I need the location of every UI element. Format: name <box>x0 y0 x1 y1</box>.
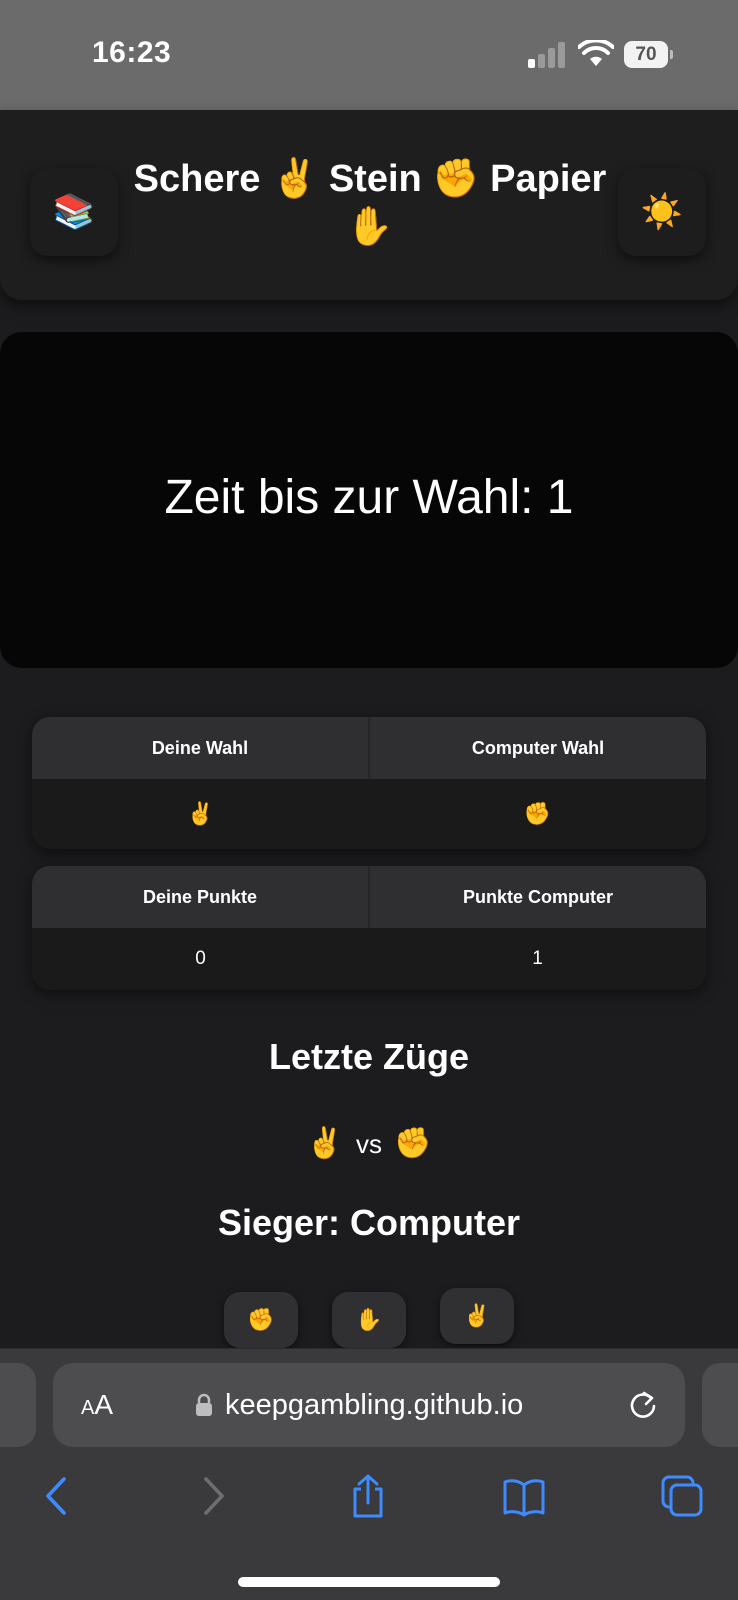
winner-text: Sieger: Computer <box>217 1202 521 1243</box>
header-your-points: Deine Punkte <box>32 866 370 928</box>
status-bar: 16:23 70 <box>0 0 738 110</box>
url-text: keepgambling.github.io <box>225 1389 524 1421</box>
last-computer-move: ✊ <box>394 1127 432 1160</box>
table-header-row: Deine Wahl Computer Wahl <box>32 717 706 779</box>
computer-points-value: 1 <box>532 948 543 969</box>
header-computer-choice: Computer Wahl <box>471 738 605 758</box>
table-row: 0 1 <box>32 928 706 990</box>
table-row: ✌️ ✊ <box>32 779 706 849</box>
browser-toolbar: AA keepgambling.github.io <box>0 1348 738 1600</box>
status-time: 16:23 <box>92 36 172 69</box>
timer-panel: Zeit bis zur Wahl: 1 <box>0 332 738 668</box>
battery-level: 70 <box>624 41 668 68</box>
battery-icon: 70 <box>624 41 673 68</box>
signal-icon <box>528 42 565 68</box>
reader-settings-button[interactable]: AA <box>81 1363 113 1447</box>
bookmarks-icon[interactable] <box>502 1473 546 1519</box>
home-indicator <box>238 1577 500 1587</box>
title-line-1: Schere ✌️ Stein ✊ Papier <box>133 158 607 200</box>
reload-icon[interactable] <box>627 1389 659 1421</box>
your-points-value: 0 <box>195 948 206 969</box>
computer-choice-value: ✊ <box>523 801 552 826</box>
table-header-row: Deine Punkte Punkte Computer <box>32 866 706 928</box>
points-table: Deine Punkte Punkte Computer 0 1 <box>32 866 706 990</box>
rock-button[interactable]: ✊ <box>224 1292 298 1348</box>
paper-button[interactable]: ✋ <box>332 1292 406 1348</box>
last-player-move: ✌️ <box>306 1127 344 1160</box>
header-computer-points: Punkte Computer <box>462 887 613 907</box>
timer-text: Zeit bis zur Wahl: 1 <box>164 471 574 524</box>
tabs-icon[interactable] <box>660 1473 704 1519</box>
lock-icon <box>196 1393 212 1416</box>
next-tab-preview[interactable] <box>702 1363 738 1447</box>
vs-label: vs <box>356 1129 382 1159</box>
scissors-button[interactable]: ✌️ <box>440 1288 514 1344</box>
header-your-choice: Deine Wahl <box>32 717 370 779</box>
address-bar[interactable]: AA keepgambling.github.io <box>53 1363 685 1447</box>
app-header: 📚 Schere ✌️ Stein ✊ Papier ✋ ☀️ <box>0 110 738 300</box>
history-title: Letzte Züge <box>268 1036 469 1077</box>
back-icon[interactable] <box>34 1473 78 1519</box>
page-title: Schere ✌️ Stein ✊ Papier ✋ <box>130 155 610 251</box>
share-icon[interactable] <box>346 1473 390 1519</box>
forward-icon[interactable] <box>192 1473 236 1519</box>
theme-toggle-button[interactable]: ☀️ <box>618 168 706 256</box>
choice-table: Deine Wahl Computer Wahl ✌️ ✊ <box>32 717 706 849</box>
previous-tab-preview[interactable] <box>0 1363 36 1447</box>
title-line-2: ✋ <box>346 206 394 248</box>
wifi-icon <box>578 40 614 66</box>
last-move: ✌️ vs ✊ <box>0 1126 738 1161</box>
your-choice-value: ✌️ <box>186 801 215 826</box>
books-button[interactable]: 📚 <box>30 168 118 256</box>
